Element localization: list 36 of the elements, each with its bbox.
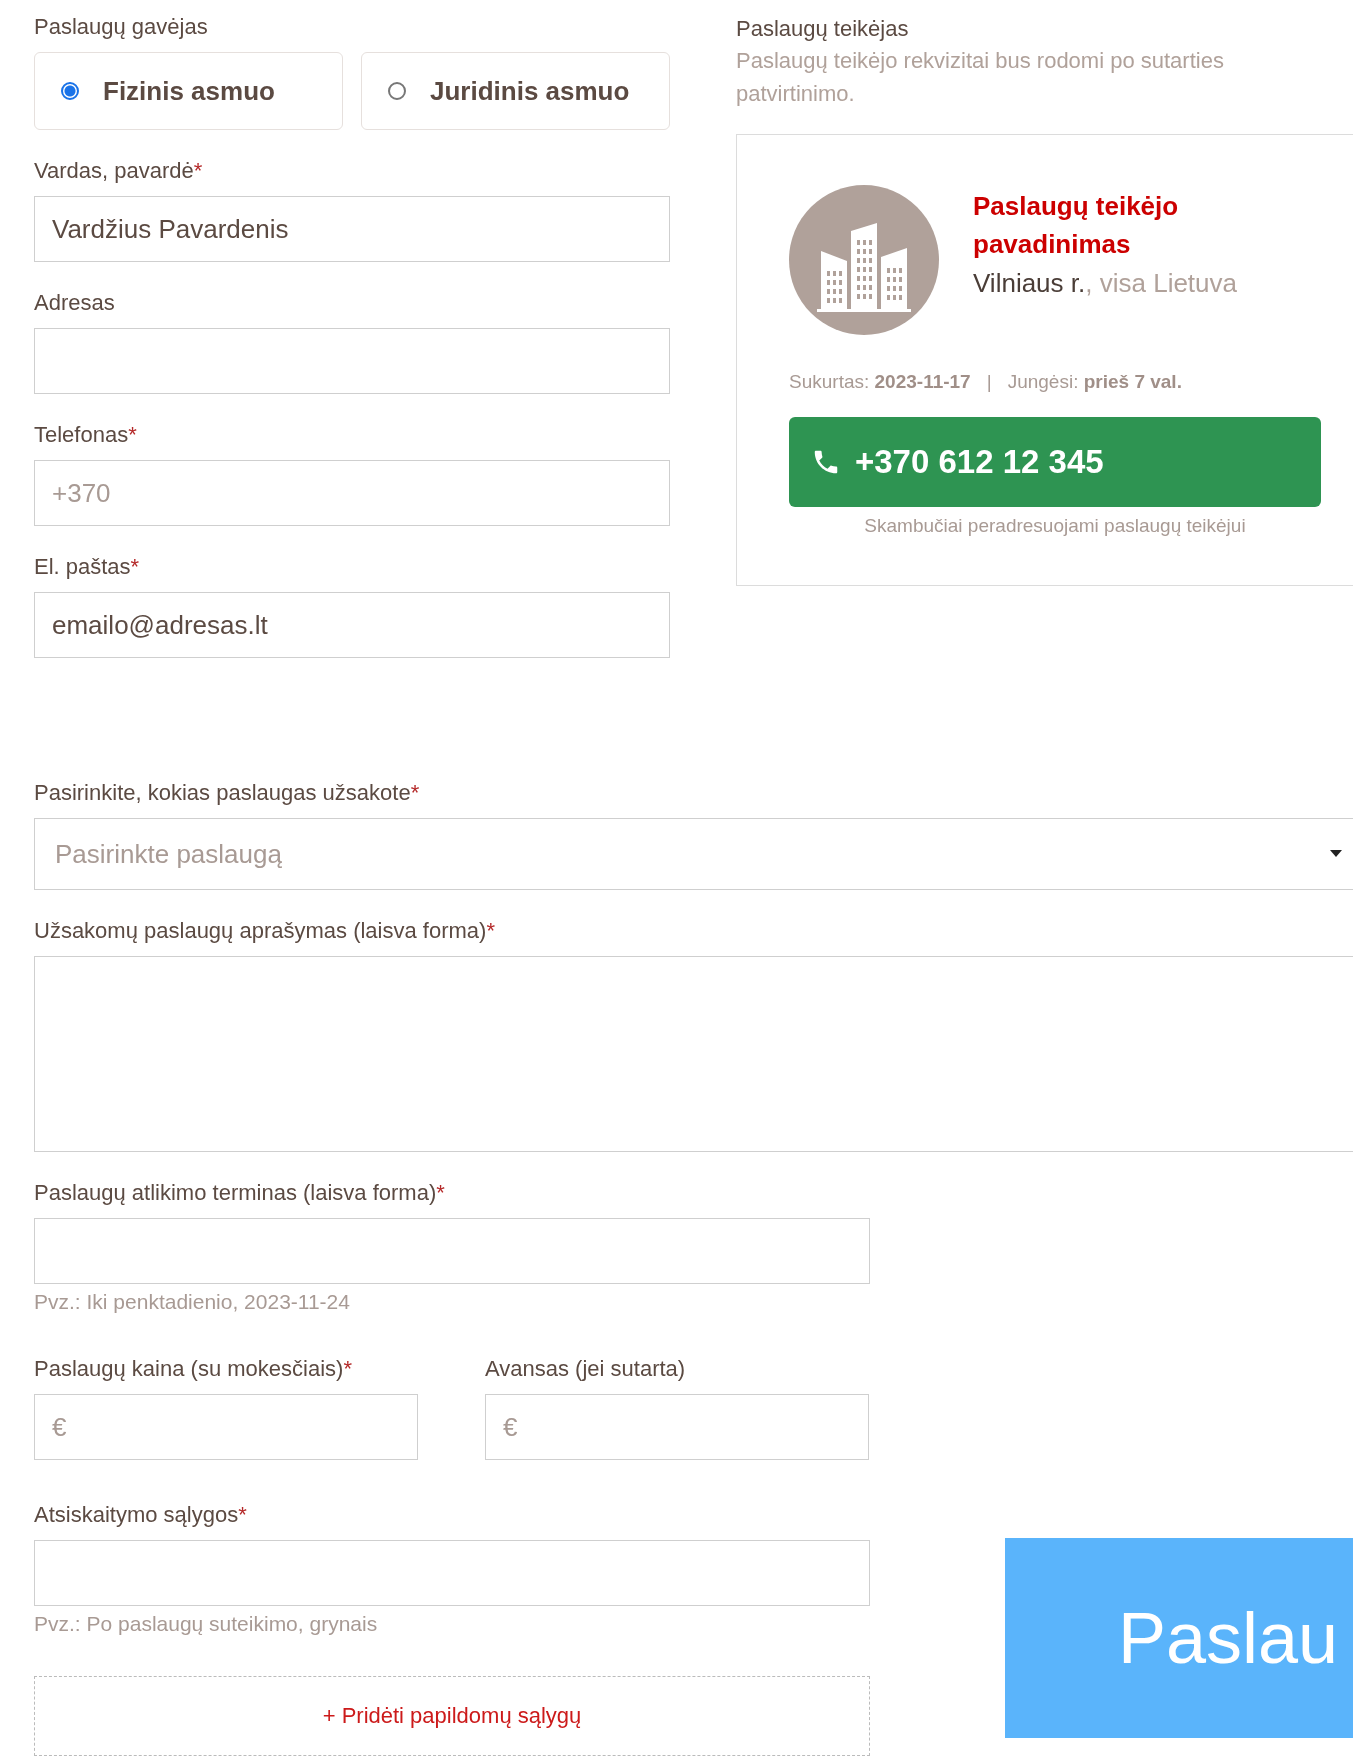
description-field[interactable] xyxy=(34,956,1353,1152)
field-label: Užsakomų paslaugų aprašymas (laisva forma)* xyxy=(34,917,496,945)
field-label: Telefonas* xyxy=(34,421,138,449)
caret-icon xyxy=(1330,850,1342,858)
add-conditions-button[interactable]: + Pridėti papildomų sąlygų xyxy=(34,1676,870,1756)
input-field[interactable]: Vardžius Pavardenis xyxy=(34,196,670,262)
field-label: Paslaugų kaina (su mokesčiais)* xyxy=(34,1355,353,1383)
call-caption: Skambučiai peradresuojami paslaugų teikėjui xyxy=(863,515,1247,537)
section-title: Paslaugų teikėjas xyxy=(736,15,910,43)
provider-location: Vilniaus r., visa Lietuva xyxy=(973,267,1237,300)
input-field[interactable]: +370 xyxy=(34,460,670,526)
field-hint: Pvz.: Po paslaugų suteikimo, grynais xyxy=(34,1612,379,1636)
last-online: Jungėsi: prieš 7 val. xyxy=(1007,371,1182,393)
radio-option[interactable]: Fizinis asmuo xyxy=(34,52,343,130)
field-label: Pasirinkite, kokias paslaugas užsakote* xyxy=(34,779,421,807)
field-label: Avansas (jei sutarta) xyxy=(485,1355,687,1383)
call-button[interactable]: +370 612 12 345 xyxy=(789,417,1321,507)
field-label: Atsiskaitymo sąlygos* xyxy=(34,1501,248,1529)
input-field[interactable] xyxy=(34,1540,870,1606)
radio-option[interactable]: Juridinis asmuo xyxy=(361,52,670,130)
section-title: Paslaugų gavėjas xyxy=(34,13,209,41)
field-hint: Pvz.: Iki penktadienio, 2023-11-24 xyxy=(34,1290,351,1314)
price-field[interactable]: € xyxy=(34,1394,418,1460)
advance-field[interactable]: € xyxy=(485,1394,869,1460)
input-field[interactable] xyxy=(34,1218,870,1284)
field-label: Adresas xyxy=(34,289,116,317)
separator: | xyxy=(986,371,992,393)
field-label: El. paštas* xyxy=(34,553,141,581)
building-avatar-icon xyxy=(789,185,939,335)
field-label: Vardas, pavardė* xyxy=(34,157,204,185)
provider-name: Paslaugų teikėjo pavadinimas xyxy=(973,190,1180,261)
field-label: Paslaugų atlikimo terminas (laisva forma)* xyxy=(34,1179,446,1207)
input-field[interactable]: emailo@adresas.lt xyxy=(34,592,670,658)
created-date: Sukurtas: 2023-11-17 xyxy=(789,371,971,393)
provider-note: Paslaugų teikėjo rekvizitai bus rodomi po sutarties patvirtinimo. xyxy=(736,47,1225,108)
input-field[interactable] xyxy=(34,328,670,394)
